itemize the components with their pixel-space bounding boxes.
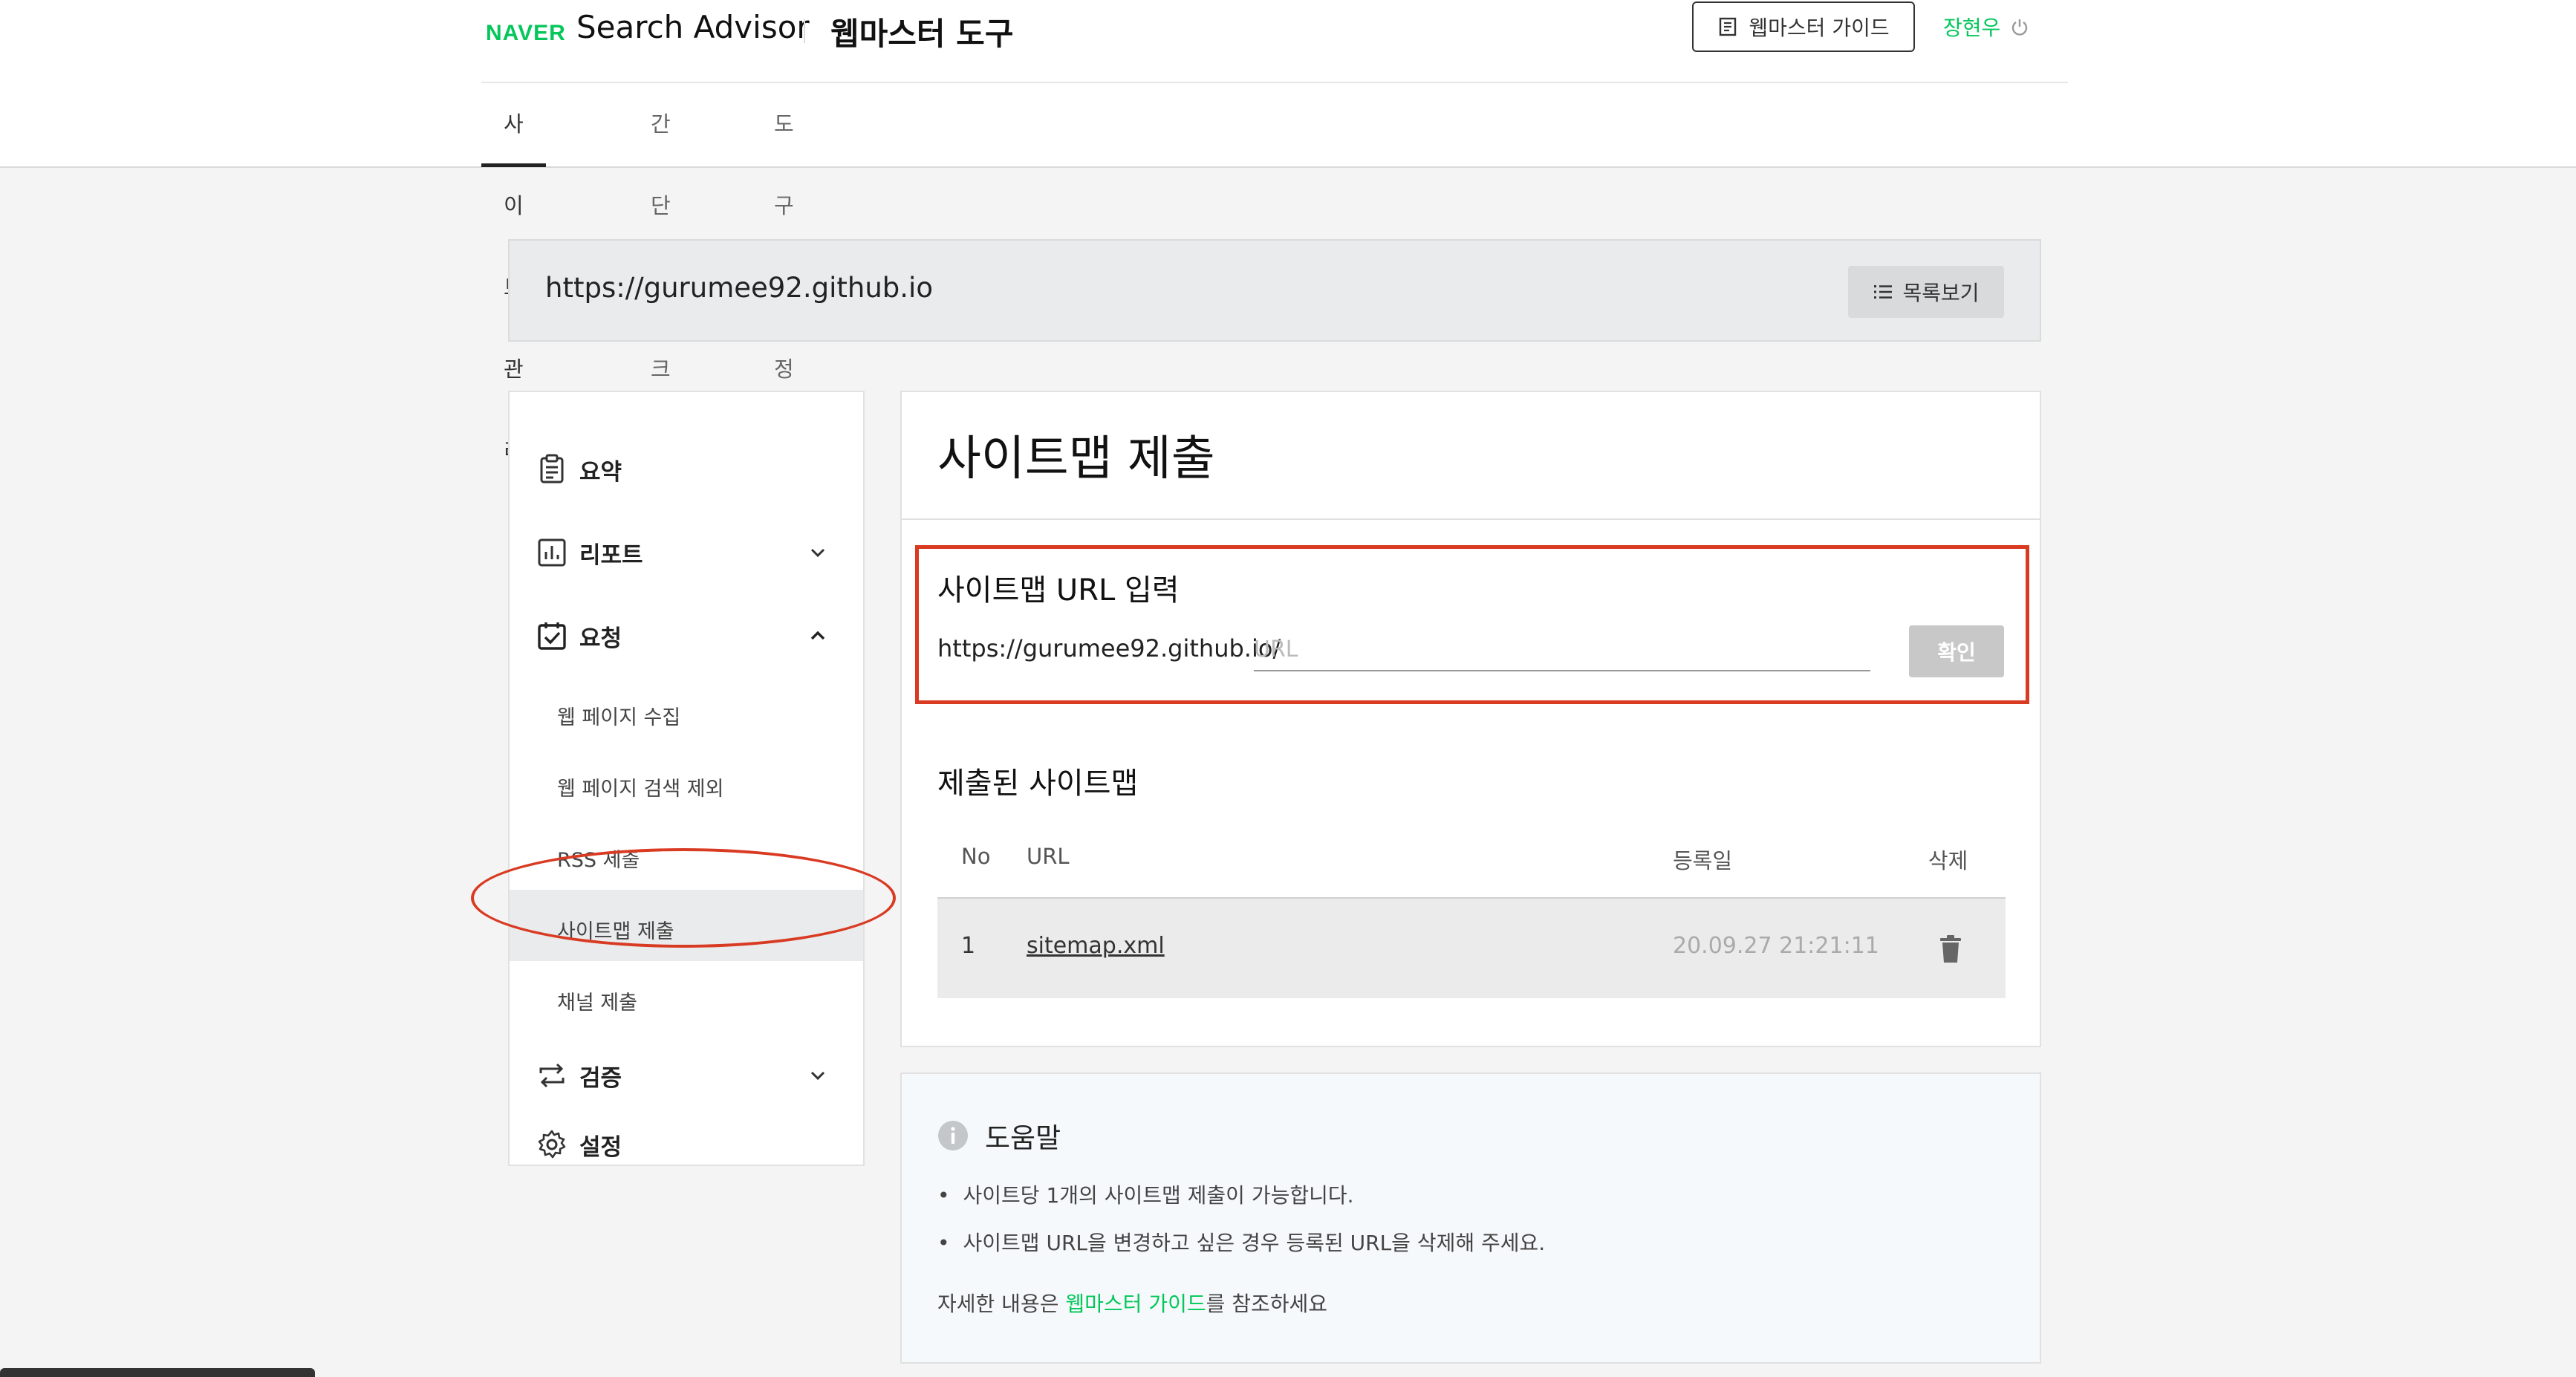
book-icon — [1720, 17, 1737, 36]
sidebar-subitem-web-page-collect[interactable]: 웹 페이지 수집 — [510, 676, 863, 747]
sidebar-label-settings: 설정 — [579, 1133, 622, 1161]
url-prefix: https://gurumee92.github.io/ — [937, 634, 1281, 663]
trash-icon[interactable] — [1939, 934, 1962, 964]
sidebar-subitem-channel[interactable]: 채널 제출 — [510, 961, 863, 1032]
calendar-check-icon — [538, 622, 566, 650]
sidebar-item-report[interactable]: 리포트 — [510, 515, 863, 590]
sidebar-item-verify[interactable]: 검증 — [510, 1038, 863, 1113]
tool-name[interactable]: 웹마스터 도구 — [830, 9, 1013, 54]
registered-date: 20.09.27 21:21:11 — [1673, 933, 1879, 959]
webmaster-guide-label: 웹마스터 가이드 — [1749, 16, 1890, 40]
sidebar-subitem-web-page-exclude[interactable]: 웹 페이지 검색 제외 — [510, 747, 863, 818]
annotation-ellipse — [471, 848, 896, 948]
sidebar-item-summary[interactable]: 요약 — [510, 432, 863, 507]
sidebar-label-request: 요청 — [579, 625, 622, 652]
confirm-button[interactable]: 확인 — [1909, 625, 2004, 677]
sitemap-input-title: 사이트맵 URL 입력 — [937, 573, 1180, 608]
chevron-down-icon[interactable] — [807, 541, 829, 564]
chevron-up-icon[interactable] — [807, 625, 829, 647]
list-icon — [1874, 285, 1893, 299]
naver-logo[interactable]: NAVER — [486, 21, 566, 46]
bar-chart-icon — [538, 538, 566, 567]
sidebar-label-report: 리포트 — [579, 541, 643, 569]
help-more-prefix: 자세한 내용은 — [937, 1292, 1066, 1316]
column-header-url: URL — [1027, 844, 1070, 869]
webmaster-guide-link[interactable]: 웹마스터 가이드 — [1065, 1292, 1206, 1316]
site-url: https://gurumee92.github.io — [545, 272, 933, 304]
help-more-text: 자세한 내용은 웹마스터 가이드를 참조하세요 — [937, 1288, 1327, 1318]
submitted-sitemaps-title: 제출된 사이트맵 — [937, 766, 1139, 801]
clipboard-icon — [540, 454, 564, 484]
tab-site-management[interactable]: 사이트 관리 — [481, 83, 546, 463]
sidebar-item-settings[interactable]: 설정 — [510, 1122, 863, 1168]
page-title: 사이트맵 제출 — [937, 432, 1215, 486]
product-name[interactable]: Search Advisor — [576, 9, 810, 45]
info-icon — [938, 1121, 968, 1150]
title-divider — [902, 518, 2040, 520]
sidebar-subitem-label: 웹 페이지 검색 제외 — [557, 778, 724, 801]
help-item: 사이트당 1개의 사이트맵 제출이 가능합니다. — [937, 1179, 1354, 1209]
list-view-label: 목록보기 — [1902, 281, 1980, 305]
sitemap-url-input[interactable] — [1254, 628, 1870, 671]
column-header-date: 등록일 — [1673, 848, 1733, 873]
gear-icon — [538, 1130, 566, 1159]
top-header: NAVER Search Advisor 웹마스터 도구 웹마스터 가이드 장현… — [0, 0, 2576, 463]
sidebar-subitem-label: 웹 페이지 수집 — [557, 706, 681, 729]
help-title: 도움말 — [985, 1122, 1061, 1154]
help-item: 사이트맵 URL을 변경하고 싶은 경우 등록된 URL을 삭제해 주세요. — [937, 1227, 1546, 1257]
tab-tool-settings[interactable]: 도구 설정 — [774, 83, 794, 382]
user-menu[interactable]: 장현우 — [1943, 12, 2030, 42]
help-panel: 도움말 사이트당 1개의 사이트맵 제출이 가능합니다. 사이트맵 URL을 변… — [900, 1072, 2041, 1364]
tab-simple-check[interactable]: 간단체크 — [651, 83, 671, 382]
power-icon[interactable] — [2009, 16, 2030, 37]
sidebar-label-verify: 검증 — [579, 1064, 622, 1092]
sidebar-label-summary: 요약 — [579, 458, 622, 486]
sidebar-item-request[interactable]: 요청 — [510, 599, 863, 673]
sitemap-panel: 사이트맵 제출 사이트맵 URL 입력 https://gurumee92.gi… — [900, 391, 2041, 1047]
column-header-delete: 삭제 — [1928, 848, 1968, 873]
brand-divider — [804, 19, 805, 43]
site-bar: https://gurumee92.github.io 목록보기 — [508, 239, 2041, 342]
sidebar: 요약 리포트 요청 웹 페이지 수집 웹 페이지 검색 제외 RSS 제출 사이… — [508, 391, 865, 1166]
help-more-suffix: 를 참조하세요 — [1206, 1292, 1328, 1316]
sitemap-link[interactable]: sitemap.xml — [1027, 933, 1165, 959]
repeat-icon — [539, 1063, 565, 1088]
webmaster-guide-button[interactable]: 웹마스터 가이드 — [1692, 1, 1915, 52]
sidebar-subitem-label: 채널 제출 — [557, 992, 637, 1015]
column-header-no: No — [961, 844, 991, 869]
header-bar: NAVER Search Advisor 웹마스터 도구 웹마스터 가이드 장현… — [481, 0, 2068, 83]
chevron-down-icon[interactable] — [807, 1064, 829, 1087]
bottom-edge-bar — [0, 1368, 315, 1377]
list-view-button[interactable]: 목록보기 — [1848, 266, 2004, 318]
user-name[interactable]: 장현우 — [1943, 12, 2000, 42]
row-number: 1 — [961, 933, 976, 959]
table-row: 1 sitemap.xml 20.09.27 21:21:11 — [937, 897, 2006, 998]
